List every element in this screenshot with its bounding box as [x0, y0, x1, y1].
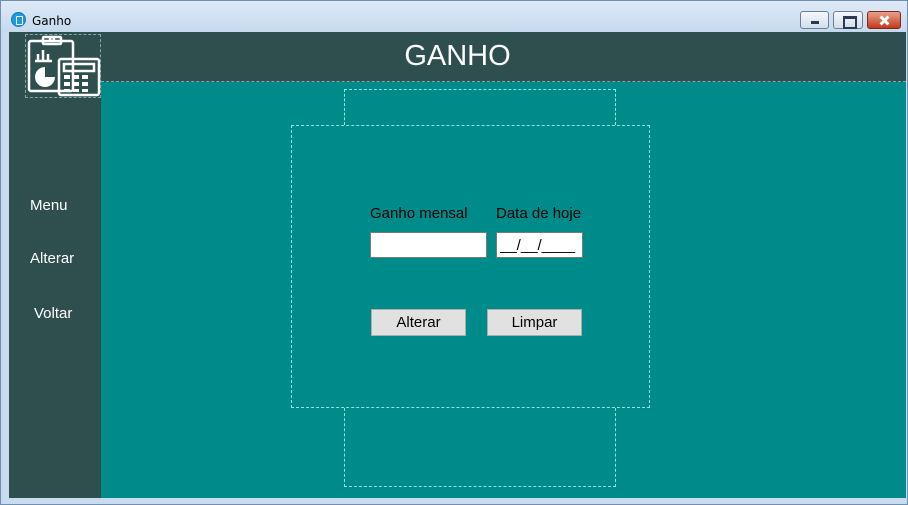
- sidebar: Menu Alterar Voltar: [9, 32, 101, 498]
- ganho-mensal-label: Ganho mensal: [370, 205, 468, 222]
- alterar-button[interactable]: Alterar: [371, 309, 466, 336]
- minimize-button[interactable]: [800, 11, 829, 29]
- logo: [25, 34, 101, 98]
- sidebar-item-alterar[interactable]: Alterar: [30, 250, 74, 267]
- form-panel: [291, 125, 650, 408]
- client-area: Menu Alterar Voltar GANHO Ganho mensal D…: [9, 32, 906, 498]
- ganho-mensal-input[interactable]: [370, 232, 487, 258]
- data-de-hoje-input[interactable]: [496, 232, 583, 258]
- header: GANHO: [101, 32, 906, 82]
- close-button[interactable]: [867, 11, 901, 29]
- clipboard-calculator-icon: [27, 35, 101, 97]
- title-bar[interactable]: Ganho: [1, 1, 907, 32]
- window-title: Ganho: [32, 14, 72, 28]
- data-de-hoje-label: Data de hoje: [496, 205, 582, 222]
- sidebar-item-menu[interactable]: Menu: [30, 197, 68, 214]
- panel-top-frame: [344, 89, 616, 125]
- maximize-button[interactable]: [833, 11, 863, 29]
- app-window: Ganho Menu Alterar Voltar GANHO Ganho me…: [0, 0, 908, 505]
- page-title: GANHO: [404, 40, 511, 72]
- app-icon: [11, 12, 26, 27]
- panel-bottom-frame: [344, 408, 616, 487]
- sidebar-item-voltar[interactable]: Voltar: [34, 305, 72, 322]
- limpar-button[interactable]: Limpar: [487, 309, 582, 336]
